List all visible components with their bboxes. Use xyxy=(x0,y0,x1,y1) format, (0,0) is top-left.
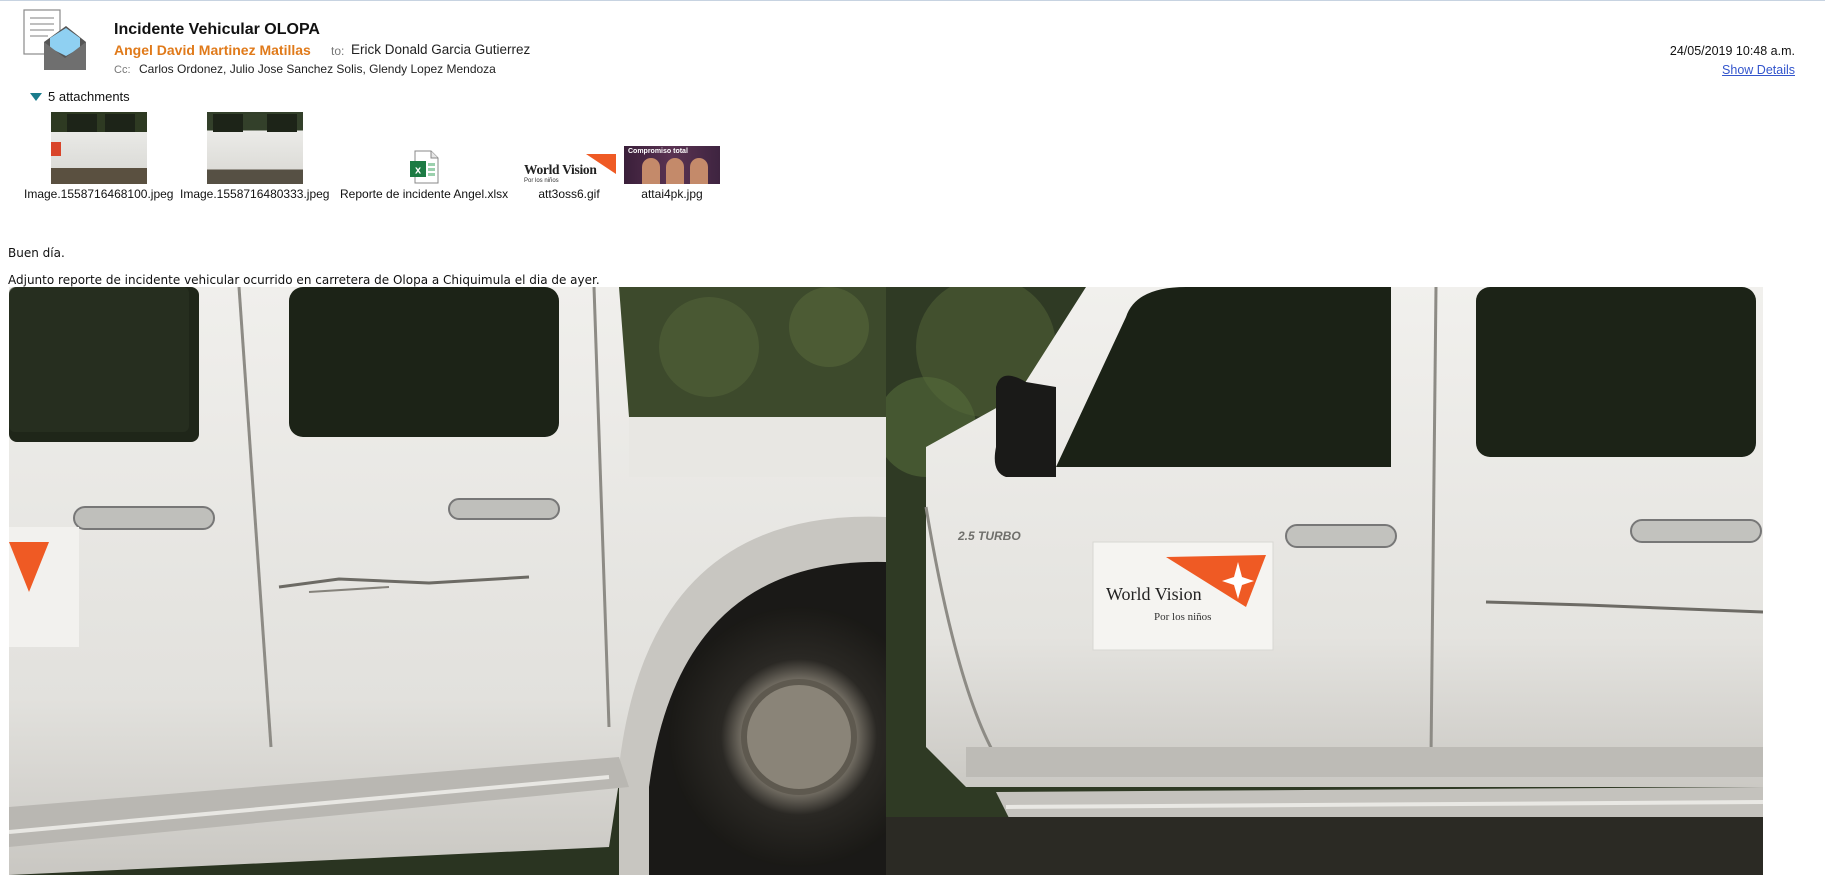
image-thumbnail xyxy=(50,112,147,184)
logo-subtitle: Por los niños xyxy=(1154,611,1211,623)
attachment-name: Reporte de incidente Angel.xlsx xyxy=(340,187,509,201)
attachment-name: att3oss6.gif xyxy=(538,187,600,201)
body-text: Adjunto reporte de incidente vehicular o… xyxy=(8,273,600,287)
sender-name[interactable]: Angel David Martinez Matillas xyxy=(114,42,311,58)
excel-icon: x xyxy=(410,150,439,184)
attachments-count-label: 5 attachments xyxy=(48,89,130,104)
sent-date: 24/05/2019 10:48 a.m. xyxy=(1669,44,1795,58)
email-subject: Incidente Vehicular OLOPA xyxy=(114,21,320,38)
turbo-badge: 2.5 TURBO xyxy=(957,529,1021,543)
inline-photo-truck-front: 2.5 TURBO World Vision Por los niños xyxy=(886,287,1763,875)
to-label: to: xyxy=(331,44,345,58)
image-thumbnail xyxy=(206,112,303,184)
show-details-link[interactable]: Show Details xyxy=(1722,63,1795,77)
logo-title: World Vision xyxy=(1106,584,1202,604)
attachment-name: Image.1558716468100.jpeg xyxy=(24,187,174,201)
expand-triangle-icon xyxy=(30,92,42,101)
recipient-to[interactable]: Erick Donald Garcia Gutierrez xyxy=(351,42,530,57)
image-thumbnail: Compromiso total xyxy=(624,146,720,184)
thumb-title: World Vision xyxy=(524,162,597,177)
recipient-cc[interactable]: Carlos Ordonez, Julio Jose Sanchez Solis… xyxy=(139,62,496,76)
attachment-item[interactable]: World Vision Por los niños att3oss6.gif xyxy=(522,112,616,201)
attachment-item[interactable]: Compromiso total attai4pk.jpg xyxy=(624,112,720,201)
attachments-toggle[interactable]: 5 attachments xyxy=(30,89,130,104)
body-greeting: Buen día. xyxy=(8,246,65,260)
email-message-icon xyxy=(22,8,88,72)
thumb-subtitle: Por los niños xyxy=(524,178,559,184)
svg-text:x: x xyxy=(415,165,422,177)
attachment-name: Image.1558716480333.jpeg xyxy=(180,187,330,201)
thumb-caption: Compromiso total xyxy=(628,148,688,155)
attachment-item[interactable]: Image.1558716480333.jpeg xyxy=(180,112,329,201)
attachment-item[interactable]: Image.1558716468100.jpeg xyxy=(24,112,173,201)
attachment-item[interactable]: x Reporte de incidente Angel.xlsx xyxy=(340,112,508,201)
attachment-name: attai4pk.jpg xyxy=(641,187,703,201)
gif-thumbnail: World Vision Por los niños xyxy=(522,154,616,184)
inline-photo-truck-rear xyxy=(9,287,886,875)
cc-label: Cc: xyxy=(114,64,131,76)
